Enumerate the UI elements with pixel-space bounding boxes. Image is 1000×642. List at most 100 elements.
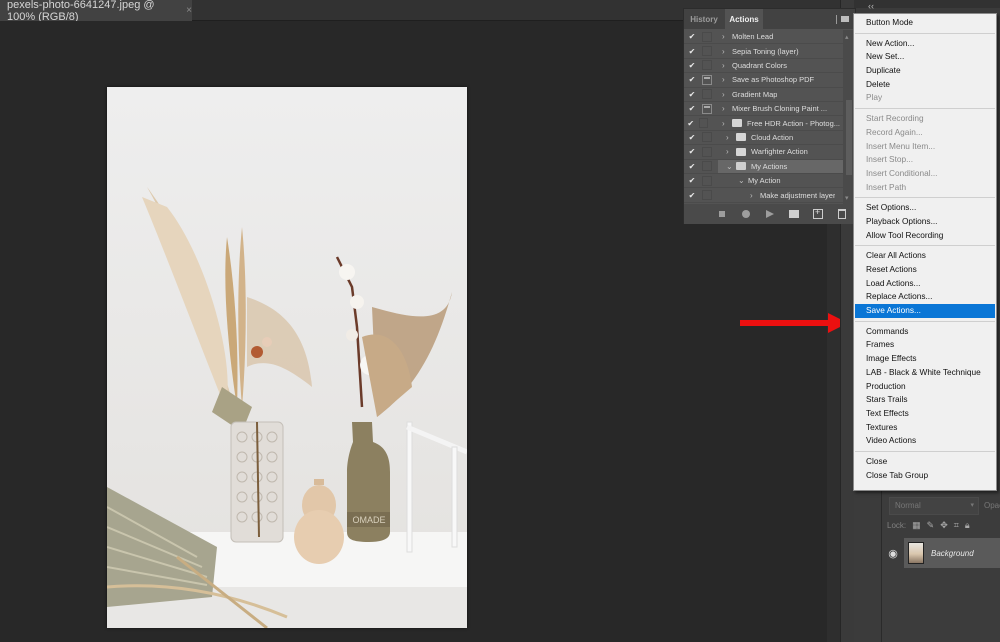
menu-item-close[interactable]: Close <box>854 455 996 469</box>
toggle-dialog-icon[interactable] <box>702 161 712 172</box>
chevron-right-icon[interactable]: › <box>722 75 732 84</box>
menu-item-replace-actions[interactable]: Replace Actions... <box>854 290 996 304</box>
menu-item-video-actions[interactable]: Video Actions <box>854 434 996 448</box>
toggle-dialog-icon[interactable] <box>702 60 712 71</box>
visibility-eye-icon[interactable]: ◉ <box>882 547 904 560</box>
action-list-item[interactable]: ✔ › Molten Lead <box>684 30 843 45</box>
menu-item-textures[interactable]: Textures <box>854 421 996 435</box>
toggle-dialog-icon[interactable] <box>702 132 712 143</box>
menu-item-button-mode[interactable]: Button Mode <box>854 16 996 30</box>
action-list-item[interactable]: ✔ ⌄ My Actions <box>684 159 843 174</box>
scrollbar-thumb[interactable] <box>846 100 852 175</box>
chevron-right-icon[interactable]: › <box>726 147 736 156</box>
tab-history[interactable]: History <box>684 9 724 29</box>
menu-item-reset-actions[interactable]: Reset Actions <box>854 263 996 277</box>
toggle-item-checkmark-icon[interactable]: ✔ <box>684 133 700 142</box>
delete-button[interactable] <box>837 209 847 219</box>
menu-item-playback-options[interactable]: Playback Options... <box>854 215 996 229</box>
action-list-item[interactable]: ✔ › Sepia Toning (layer) <box>684 44 843 59</box>
create-new-action-button[interactable] <box>813 207 823 219</box>
toggle-dialog-icon[interactable] <box>702 74 712 85</box>
toggle-dialog-icon[interactable] <box>699 118 709 129</box>
toggle-dialog-icon[interactable] <box>702 175 712 186</box>
begin-recording-button[interactable] <box>741 209 751 219</box>
action-list-item[interactable]: ✔ › Warfighter Action <box>684 145 843 160</box>
menu-item-duplicate[interactable]: Duplicate <box>854 64 996 78</box>
lock-position-icon[interactable]: ✥ <box>940 520 948 531</box>
toggle-dialog-icon[interactable] <box>702 103 712 114</box>
toggle-dialog-icon[interactable] <box>702 31 712 42</box>
toggle-item-checkmark-icon[interactable]: ✔ <box>684 90 700 99</box>
play-selection-button[interactable] <box>765 209 775 219</box>
chevron-right-icon[interactable]: › <box>722 90 732 99</box>
create-new-set-button[interactable] <box>789 209 799 219</box>
lock-all-icon[interactable]: 🔒︎ <box>965 520 970 531</box>
menu-item-save-actions[interactable]: Save Actions... <box>855 304 995 318</box>
menu-item-set-options[interactable]: Set Options... <box>854 201 996 215</box>
toggle-dialog-icon[interactable] <box>702 46 712 57</box>
menu-item-commands[interactable]: Commands <box>854 325 996 339</box>
chevron-right-icon[interactable]: › <box>750 191 760 200</box>
toggle-dialog-icon[interactable] <box>702 190 712 201</box>
toggle-item-checkmark-icon[interactable]: ✔ <box>684 176 700 185</box>
action-list-item[interactable]: ✔ › Free HDR Action - Photog... <box>684 116 843 131</box>
toggle-item-checkmark-icon[interactable]: ✔ <box>684 32 700 41</box>
collapse-panels-icon[interactable]: ‹‹ <box>868 1 874 11</box>
action-list-item[interactable]: ✔ › Cloud Action <box>684 131 843 146</box>
action-list-item[interactable]: ✔ › Quadrant Colors <box>684 59 843 74</box>
menu-item-text-effects[interactable]: Text Effects <box>854 407 996 421</box>
toggle-dialog-icon[interactable] <box>702 89 712 100</box>
action-item-label-wrap: ⌄ My Action <box>718 174 843 187</box>
scroll-up-icon[interactable]: ▴ <box>845 33 849 41</box>
document-tab[interactable]: pexels-photo-6641247.jpeg @ 100% (RGB/8)… <box>0 0 192 23</box>
chevron-right-icon[interactable]: › <box>726 133 736 142</box>
document-image[interactable]: OMADE <box>107 87 467 628</box>
chevron-right-icon[interactable]: › <box>722 32 732 41</box>
toggle-item-checkmark-icon[interactable]: ✔ <box>684 191 700 200</box>
menu-item-load-actions[interactable]: Load Actions... <box>854 277 996 291</box>
action-list-item[interactable]: ✔ ⌄ My Action <box>684 174 843 189</box>
chevron-down-icon[interactable]: ⌄ <box>726 162 736 171</box>
lock-image-pixels-icon[interactable]: ✎ <box>927 520 935 531</box>
menu-item-stars-trails[interactable]: Stars Trails <box>854 393 996 407</box>
action-list-item[interactable]: ✔ › Make adjustment layer <box>684 188 843 203</box>
toggle-item-checkmark-icon[interactable]: ✔ <box>684 147 700 156</box>
tab-actions[interactable]: Actions <box>725 9 763 29</box>
chevron-right-icon[interactable]: › <box>722 61 732 70</box>
panel-menu-icon[interactable] <box>841 16 849 22</box>
toggle-item-checkmark-icon[interactable]: ✔ <box>684 104 700 113</box>
close-tab-icon[interactable]: × <box>186 5 192 16</box>
menu-item-delete[interactable]: Delete <box>854 78 996 92</box>
layer-row[interactable]: ◉ Background <box>882 538 1000 568</box>
menu-item-lab-black-white-technique[interactable]: LAB - Black & White Technique <box>854 366 996 380</box>
action-item-label-wrap: › Quadrant Colors <box>718 59 843 72</box>
scroll-down-icon[interactable]: ▾ <box>845 194 849 202</box>
toggle-dialog-icon[interactable] <box>702 146 712 157</box>
menu-separator <box>855 450 995 452</box>
chevron-right-icon[interactable]: › <box>722 119 732 128</box>
layer-item[interactable]: Background <box>904 538 1000 568</box>
stop-recording-button[interactable] <box>717 209 727 219</box>
action-list-item[interactable]: ✔ › Save as Photoshop PDF <box>684 73 843 88</box>
toggle-item-checkmark-icon[interactable]: ✔ <box>684 119 697 128</box>
lock-transparent-pixels-icon[interactable]: ▦ <box>912 520 921 531</box>
lock-artboard-icon[interactable]: ⌗ <box>954 520 959 531</box>
blend-mode-select[interactable]: Normal ▾ <box>889 497 979 515</box>
chevron-right-icon[interactable]: › <box>722 104 732 113</box>
menu-item-allow-tool-recording[interactable]: Allow Tool Recording <box>854 229 996 243</box>
menu-item-clear-all-actions[interactable]: Clear All Actions <box>854 249 996 263</box>
action-list-item[interactable]: ✔ › Gradient Map <box>684 88 843 102</box>
toggle-item-checkmark-icon[interactable]: ✔ <box>684 162 700 171</box>
menu-item-close-tab-group[interactable]: Close Tab Group <box>854 469 996 483</box>
menu-item-new-action[interactable]: New Action... <box>854 37 996 51</box>
toggle-item-checkmark-icon[interactable]: ✔ <box>684 61 700 70</box>
action-list-item[interactable]: ✔ › Mixer Brush Cloning Paint ... <box>684 102 843 117</box>
toggle-item-checkmark-icon[interactable]: ✔ <box>684 47 700 56</box>
menu-item-production[interactable]: Production <box>854 380 996 394</box>
menu-item-image-effects[interactable]: Image Effects <box>854 352 996 366</box>
toggle-item-checkmark-icon[interactable]: ✔ <box>684 75 700 84</box>
menu-item-frames[interactable]: Frames <box>854 338 996 352</box>
chevron-down-icon[interactable]: ⌄ <box>738 176 748 185</box>
chevron-right-icon[interactable]: › <box>722 47 732 56</box>
menu-item-new-set[interactable]: New Set... <box>854 50 996 64</box>
